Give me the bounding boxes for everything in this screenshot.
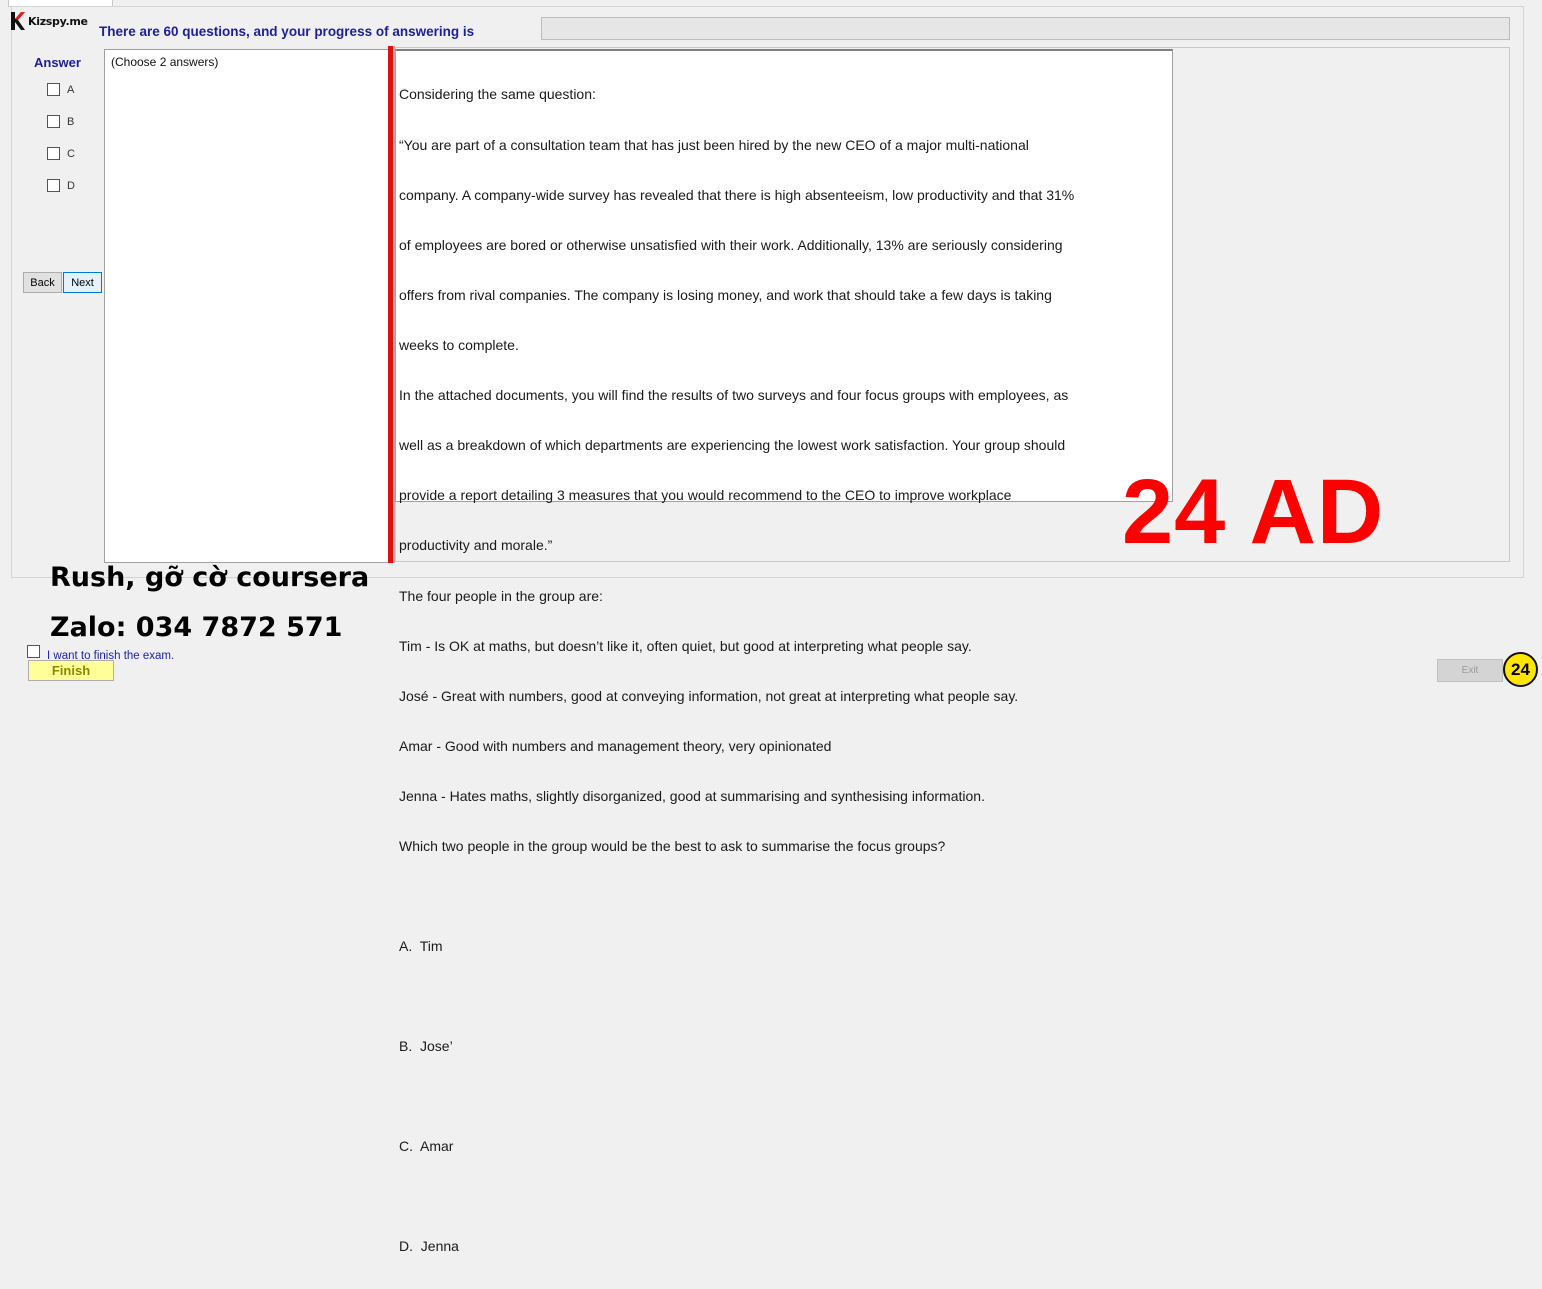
option-d[interactable]: D (47, 179, 75, 192)
question-text: Considering the same question: “You are … (399, 53, 1159, 1289)
answer-overlay: 24 AD (1122, 461, 1385, 563)
option-d-checkbox[interactable] (47, 179, 60, 192)
k-logo-icon (11, 12, 25, 30)
answer-label: Answer (34, 55, 81, 70)
next-button[interactable]: Next (63, 272, 102, 293)
progress-heading: There are 60 questions, and your progres… (99, 24, 475, 39)
logo: Kizspy.me (10, 11, 88, 31)
question-line: “You are part of a consultation team tha… (399, 136, 1029, 153)
question-line: Tim - Is OK at maths, but doesn’t like i… (399, 637, 972, 654)
question-line: company. A company-wide survey has revea… (399, 186, 1075, 203)
question-line: Amar - Good with numbers and management … (399, 737, 832, 754)
choose-box: (Choose 2 answers) (104, 49, 389, 563)
option-c-checkbox[interactable] (47, 147, 60, 160)
option-b-label: B (67, 115, 75, 128)
choose-note: (Choose 2 answers) (111, 55, 219, 69)
choice-a: A. Tim (399, 938, 443, 955)
choice-c: C. Amar (399, 1138, 454, 1155)
progress-bar (541, 17, 1510, 40)
option-a-checkbox[interactable] (47, 83, 60, 96)
question-line: well as a breakdown of which departments… (399, 437, 1066, 454)
finish-button[interactable]: Finish (28, 660, 114, 681)
question-line: Considering the same question: (399, 86, 596, 103)
option-b[interactable]: B (47, 115, 74, 128)
option-c-label: C (67, 147, 75, 160)
choice-d: D. Jenna (399, 1238, 459, 1255)
question-line: The four people in the group are: (399, 587, 603, 604)
option-a-label: A (67, 83, 75, 96)
logo-text: Kizspy.me (28, 14, 88, 28)
option-a[interactable]: A (47, 83, 74, 96)
question-line: Jenna - Hates maths, slightly disorganiz… (399, 787, 985, 804)
question-number-badge: 24 (1503, 652, 1538, 687)
option-d-label: D (67, 179, 75, 192)
finish-confirm-checkbox[interactable] (27, 644, 40, 658)
question-line: of employees are bored or otherwise unsa… (399, 236, 1063, 253)
question-line: In the attached documents, you will find… (399, 387, 1069, 404)
question-line: José - Great with numbers, good at conve… (399, 687, 1019, 704)
option-b-checkbox[interactable] (47, 115, 60, 128)
back-button[interactable]: Back (23, 272, 62, 293)
question-line: provide a report detailing 3 measures th… (399, 487, 1012, 504)
choice-b: B. Jose’ (399, 1038, 453, 1055)
question-line: productivity and morale.” (399, 537, 553, 554)
exit-button[interactable]: Exit (1437, 659, 1503, 682)
question-line: Which two people in the group would be t… (399, 838, 946, 855)
promo-line-1: Rush, gỡ cờ coursera (50, 562, 370, 593)
question-line: weeks to complete. (399, 336, 519, 353)
question-line: offers from rival companies. The company… (399, 286, 1052, 303)
finish-confirm[interactable]: I want to finish the exam. (27, 640, 174, 662)
promo-line-2: Zalo: 034 7872 571 (50, 612, 343, 643)
option-c[interactable]: C (47, 147, 75, 160)
question-box: Considering the same question: “You are … (395, 49, 1173, 1254)
